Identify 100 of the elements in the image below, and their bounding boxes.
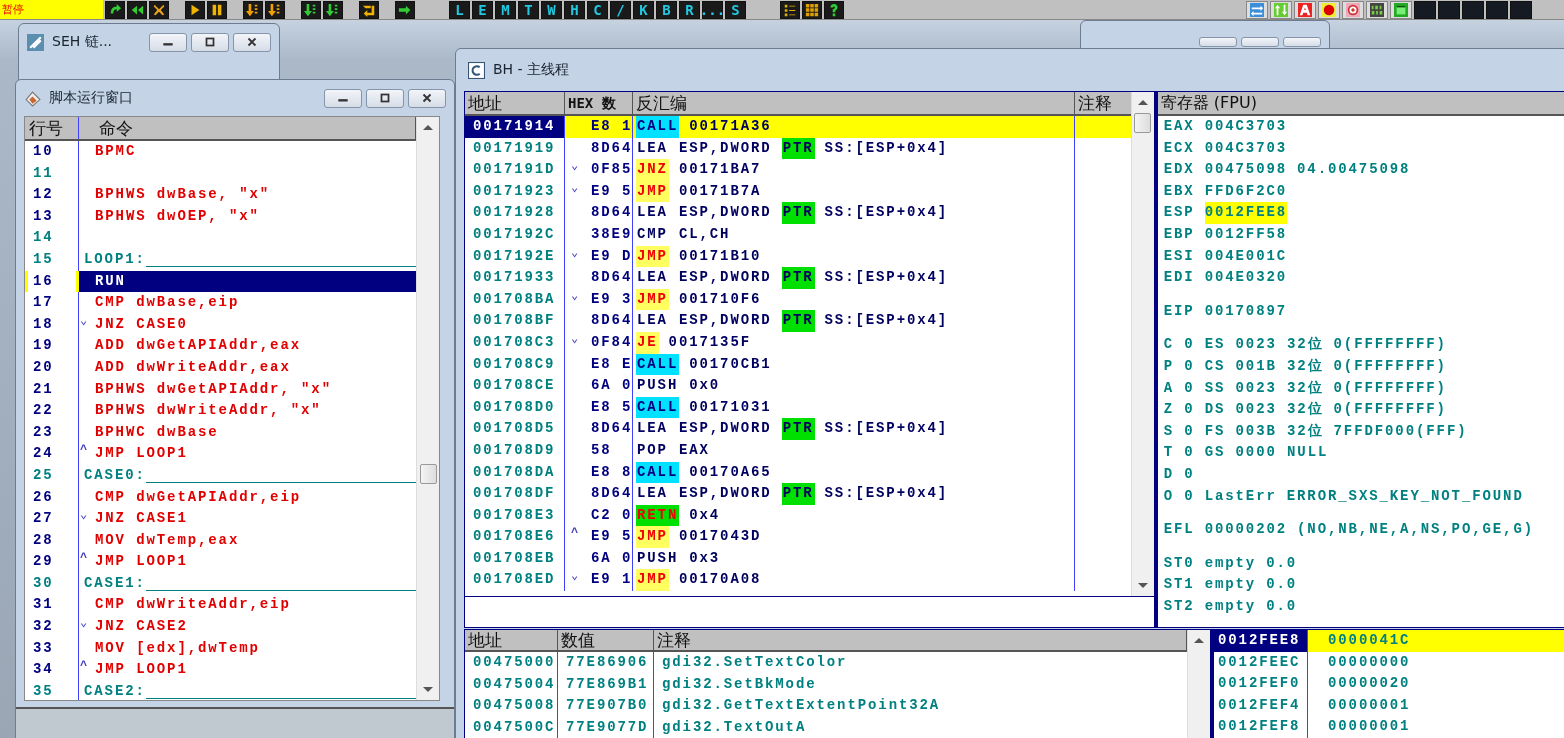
script-row[interactable]: 21 BPHWS dwGetAPIAddr, "x" (25, 378, 416, 401)
column-header[interactable]: 地址 (465, 92, 565, 114)
script-row[interactable]: 28 MOV dwTemp,eax (25, 529, 416, 552)
script-row[interactable]: 26 CMP dwGetAPIAddr,eip (25, 486, 416, 509)
toolbar-button[interactable]: C (587, 0, 608, 19)
operand: CL,CH (678, 224, 731, 244)
hex-cell: 8D64 (591, 139, 632, 156)
script-row[interactable]: 22 BPHWS dwWriteAddr, "x" (25, 400, 416, 422)
script-row[interactable]: 30 CASE1: (25, 572, 416, 595)
disassembly-row[interactable]: 0017192C 38E9 CMP CL,CH (465, 223, 1131, 246)
toolbar-button[interactable]: M (495, 0, 516, 19)
register-name: ST1 (1163, 575, 1195, 595)
script-row[interactable]: 34 ^ JMP LOOP1 (25, 659, 416, 681)
disassembly-row[interactable]: 001708ED ⌄ E9 1 JMP 00170A08 (465, 569, 1131, 592)
stack-row[interactable]: 0012FEEC 00000000 (1214, 651, 1564, 674)
toolbar-button[interactable]: B (656, 0, 677, 19)
address-cell: 00171923 (465, 180, 565, 203)
toolbar-button[interactable]: T (518, 0, 539, 19)
register-value: LastErr (1204, 486, 1277, 506)
stack-row[interactable]: 0012FEF0 00000020 (1214, 673, 1564, 695)
column-header[interactable]: 反汇编 (633, 92, 1075, 114)
script-row[interactable]: 12 BPHWS dwBase, "x" (25, 184, 416, 206)
operand: 00171031 (689, 397, 772, 417)
toolbar-button[interactable]: L (449, 0, 470, 19)
disassembly-row[interactable]: 001708D5 8D64 LEA ESP,DWORD PTR SS:[ESP+0x4] (465, 418, 1131, 440)
script-row[interactable]: 11 (25, 162, 416, 185)
mnemonic: LEA (636, 138, 669, 158)
script-row[interactable]: 35 CASE2: (25, 680, 416, 700)
stack-row[interactable]: 0012FEF8 00000001 (1214, 716, 1564, 738)
disassembly-row[interactable]: 001708BA ⌄ E9 3 JMP 001710F6 (465, 288, 1131, 311)
script-row[interactable]: 31 CMP dwWriteAddr,eip (25, 594, 416, 617)
mnemonic: CALL (636, 396, 680, 419)
script-row[interactable]: 14 (25, 227, 416, 249)
line-number: 12 (25, 184, 79, 206)
disassembly-row[interactable]: 001708C9 E8 E CALL 00170CB1 (465, 353, 1131, 376)
script-row[interactable]: 27 ⌄ JNZ CASE1 (25, 508, 416, 530)
register-value: ES 0023 32位 (1204, 335, 1324, 355)
jump-marker: ⌄ (571, 159, 579, 176)
disassembly-row[interactable]: 00171914 E8 1 CALL 00171A36 (465, 116, 1131, 138)
disassembly-row[interactable]: 00171933 8D64 LEA ESP,DWORD PTR SS:[ESP+0x4] (465, 267, 1131, 289)
disassembly-row[interactable]: 0017192E ⌄ E9 D JMP 00171B10 (465, 245, 1131, 268)
operand: 00171A36 (689, 117, 772, 136)
line-number: 15 (25, 248, 79, 271)
stack-row[interactable]: 0012FEF4 00000001 (1214, 694, 1564, 717)
toolbar-button[interactable]: E (472, 0, 493, 19)
hex-cell: E9 5 (591, 528, 632, 545)
disassembly-row[interactable]: 00171919 8D64 LEA ESP,DWORD PTR SS:[ESP+0x4] (465, 137, 1131, 160)
script-row[interactable]: 15 LOOP1: (25, 248, 416, 271)
script-row[interactable]: 24 ^ JMP LOOP1 (25, 443, 416, 465)
script-row[interactable]: 19 ADD dwGetAPIAddr,eax (25, 335, 416, 357)
column-header[interactable]: 注释 (1075, 92, 1131, 114)
disassembly-row[interactable]: 001708D0 E8 5 CALL 00171031 (465, 396, 1131, 419)
toolbar-button[interactable]: H (564, 0, 585, 19)
address-cell: 001708EB (465, 547, 565, 570)
hex-cell: 6A 0 (591, 549, 632, 566)
disassembly-row[interactable]: 00171928 8D64 LEA ESP,DWORD PTR SS:[ESP+0x4] (465, 202, 1131, 224)
address-cell: 001708D9 (465, 439, 565, 462)
toolbar-button[interactable]: W (541, 0, 562, 19)
column-header[interactable]: HEX 数 (565, 92, 633, 114)
disassembly-row[interactable]: 001708E3 C2 0 RETN 0x4 (465, 504, 1131, 527)
line-number: 27 (25, 508, 79, 530)
script-row[interactable]: 17 CMP dwBase,eip (25, 292, 416, 314)
operand: ESP,DWORD (678, 138, 772, 158)
column-header[interactable]: 行号 (25, 117, 79, 139)
script-row[interactable]: 10 BPMC (25, 141, 416, 163)
address-cell: 001708D5 (465, 418, 565, 440)
script-row[interactable]: 20 ADD dwWriteAddr,eax (25, 356, 416, 379)
toolbar-button[interactable]: ... (702, 0, 723, 19)
column-header[interactable]: 数值 (558, 630, 654, 650)
mnemonic: JE (636, 331, 659, 354)
disassembly-row[interactable]: 001708E6 ^ E9 5 JMP 0017043D (465, 526, 1131, 548)
script-row[interactable]: 29 ^ JMP LOOP1 (25, 551, 416, 573)
toolbar-button[interactable]: R (679, 0, 700, 19)
script-row[interactable]: 13 BPHWS dwOEP, "x" (25, 205, 416, 228)
register-value: 00170897 (1204, 301, 1288, 321)
hex-cell: E9 1 (591, 571, 632, 588)
stack-row[interactable]: 0012FEE8 0000041C (1214, 630, 1564, 652)
script-row[interactable]: 32 ⌄ JNZ CASE2 (25, 616, 416, 638)
script-row[interactable]: 23 BPHWC dwBase (25, 421, 416, 444)
disassembly-row[interactable]: 0017191D ⌄ 0F85 JNZ 00171BA7 (465, 159, 1131, 181)
script-row[interactable]: 33 MOV [edx],dwTemp (25, 637, 416, 660)
script-row[interactable]: 25 CASE0: (25, 464, 416, 487)
column-header[interactable]: 地址 (465, 630, 558, 650)
operand: SS:[ESP+0x4] (824, 419, 949, 439)
toolbar-button[interactable]: K (633, 0, 654, 19)
disassembly-row[interactable]: 001708BF 8D64 LEA ESP,DWORD PTR SS:[ESP+0x4] (465, 310, 1131, 332)
toolbar-button[interactable]: / (610, 0, 631, 19)
disassembly-row[interactable]: 001708C3 ⌄ 0F84 JE 0017135F (465, 331, 1131, 354)
operand: 0017043D (678, 527, 762, 547)
script-row[interactable]: 18 ⌄ JNZ CASE0 (25, 313, 416, 336)
disassembly-row[interactable]: 001708DA E8 8 CALL 00170A65 (465, 461, 1131, 484)
mnemonic: CALL (636, 461, 680, 484)
disassembly-row[interactable]: 00171923 ⌄ E9 5 JMP 00171B7A (465, 180, 1131, 203)
mnemonic: JMP (636, 180, 669, 203)
toolbar-button[interactable]: S (725, 0, 746, 19)
disassembly-row[interactable]: 001708D9 58 POP EAX (465, 439, 1131, 462)
disassembly-row[interactable]: 001708DF 8D64 LEA ESP,DWORD PTR SS:[ESP+0x4] (465, 483, 1131, 505)
register-name: EBX (1163, 181, 1195, 201)
disassembly-row[interactable]: 001708CE 6A 0 PUSH 0x0 (465, 375, 1131, 397)
script-command: JNZ CASE0 (95, 314, 188, 334)
